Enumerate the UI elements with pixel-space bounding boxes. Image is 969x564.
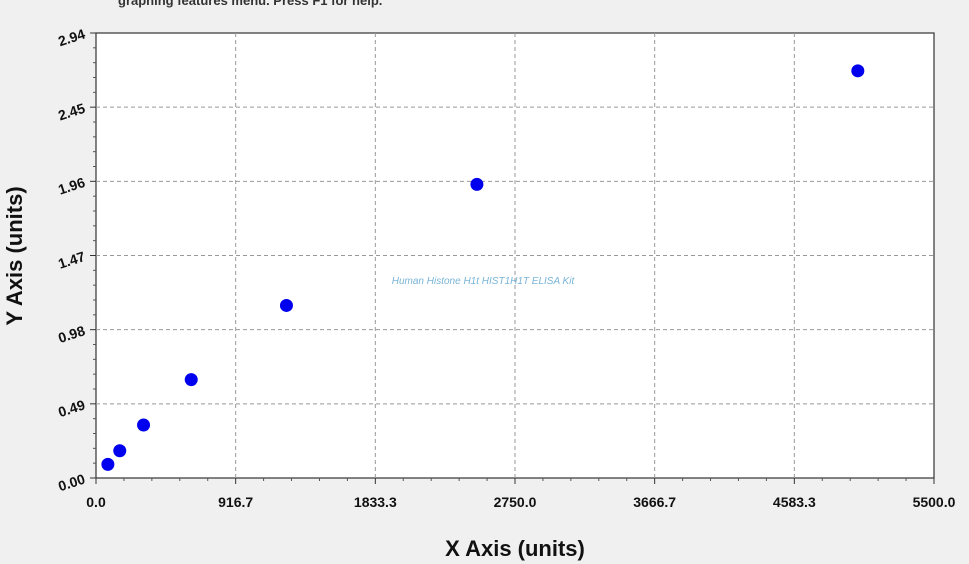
x-tick-label: 3666.7 <box>633 494 676 510</box>
x-tick-label: 1833.3 <box>354 494 397 510</box>
y-tick-label: 1.47 <box>56 248 87 272</box>
x-tick-label: 916.7 <box>218 494 253 510</box>
x-tick-label: 5500.0 <box>913 494 956 510</box>
y-tick-label: 0.98 <box>56 322 87 346</box>
y-tick-label: 2.45 <box>56 100 87 124</box>
data-point <box>113 444 127 458</box>
data-point <box>184 373 198 387</box>
watermark: Human Histone H1t HIST1H1T ELISA Kit <box>392 276 576 287</box>
data-point <box>279 298 293 312</box>
y-tick-labels: 0.00 0.49 0.98 1.47 1.96 2.45 2.94 <box>56 26 87 495</box>
chart: graphing features menu. Press F1 for hel… <box>2 0 956 561</box>
x-tick-label: 0.0 <box>86 494 106 510</box>
data-point <box>101 457 115 471</box>
header-clipped-text: graphing features menu. Press F1 for hel… <box>118 0 382 8</box>
y-tick-label: 0.00 <box>56 471 87 495</box>
y-axis-title: Y Axis (units) <box>2 186 27 325</box>
x-tick-labels: 0.0 916.7 1833.3 2750.0 3666.7 4583.3 5500.0 <box>86 494 955 510</box>
x-tick-label: 4583.3 <box>773 494 816 510</box>
y-tick-label: 1.96 <box>56 174 87 198</box>
y-tick-label: 0.49 <box>56 396 87 420</box>
data-point <box>137 418 151 432</box>
data-point <box>851 64 865 78</box>
data-point <box>470 177 484 191</box>
y-tick-label: 2.94 <box>56 26 87 50</box>
x-axis-title: X Axis (units) <box>445 536 585 561</box>
x-tick-label: 2750.0 <box>494 494 537 510</box>
